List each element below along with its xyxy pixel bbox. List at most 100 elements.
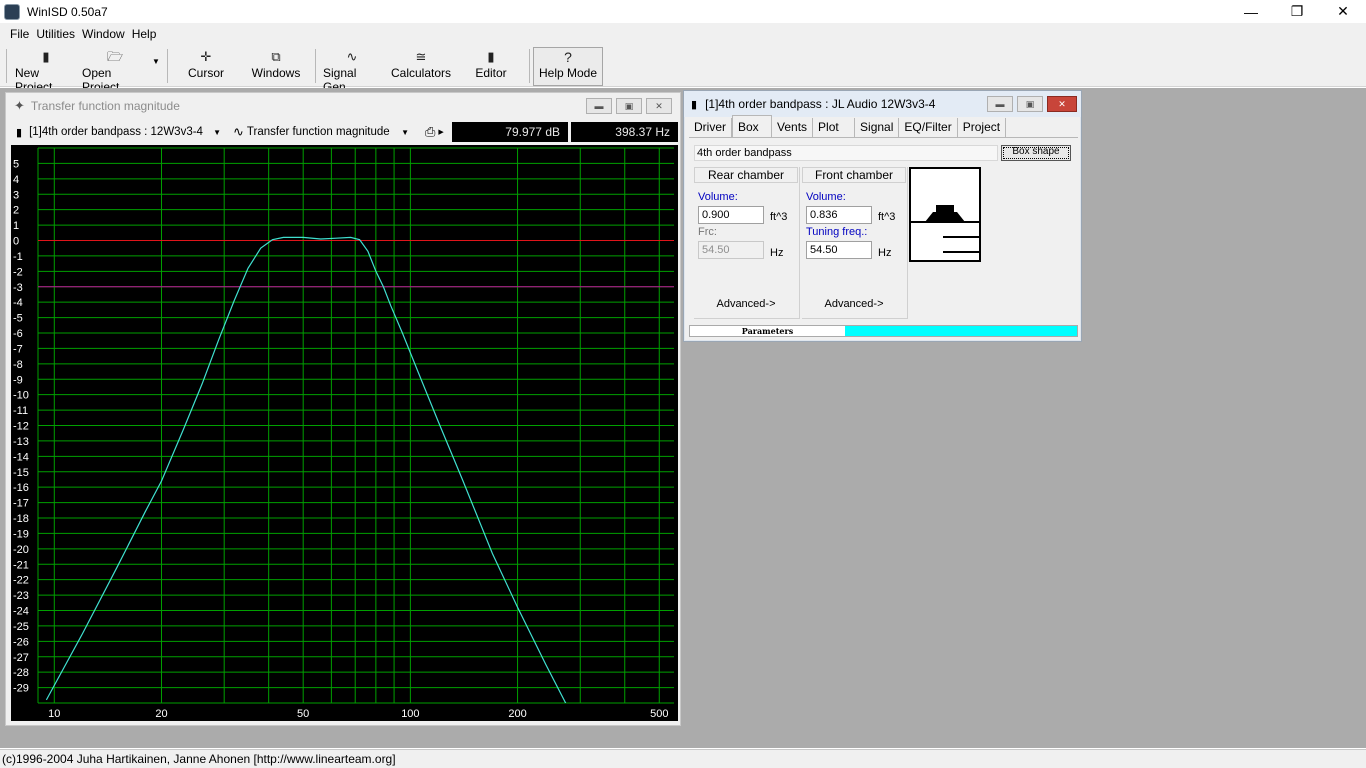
sine-wave-icon: ∿ xyxy=(346,49,358,64)
box-minimize-button[interactable]: ▬ xyxy=(987,96,1013,112)
y-tick-label: 5 xyxy=(13,158,19,170)
box-window-title: [1]4th order bandpass : JL Audio 12W3v3-… xyxy=(705,97,936,111)
front-volume-unit: ft^3 xyxy=(878,211,896,223)
rear-frc-input: 54.50 xyxy=(698,241,764,259)
y-tick-label: 2 xyxy=(13,205,19,217)
y-tick-label: 1 xyxy=(13,220,19,232)
box-window: ▮ [1]4th order bandpass : JL Audio 12W3v… xyxy=(683,90,1082,342)
front-chamber-header[interactable]: Front chamber xyxy=(802,167,906,183)
toolbar-separator xyxy=(167,49,168,83)
windows-button[interactable]: ⧉ Windows xyxy=(248,48,304,86)
menu-file[interactable]: File xyxy=(10,27,29,41)
open-project-button[interactable]: 🗁 Open Project xyxy=(82,48,148,94)
new-project-icon: ▮ xyxy=(42,49,50,64)
app-titlebar: WinISD 0.50a7 — ❐ ✕ xyxy=(0,0,1366,23)
help-mode-label: Help Mode xyxy=(538,66,598,80)
graph-maximize-button[interactable]: ▣ xyxy=(616,98,642,114)
x-tick-label: 100 xyxy=(401,708,419,720)
box-close-button[interactable]: ✕ xyxy=(1047,96,1077,112)
graph-minimize-button[interactable]: ▬ xyxy=(586,98,612,114)
menu-help[interactable]: Help xyxy=(132,27,157,41)
box-shape-button[interactable]: Box shape xyxy=(1001,145,1071,161)
y-tick-label: -16 xyxy=(13,482,29,494)
y-tick-label: -17 xyxy=(13,498,29,510)
window-controls: — ❐ ✕ xyxy=(1228,0,1366,23)
rear-volume-input[interactable]: 0.900 xyxy=(698,206,764,224)
graph-toolbar: ▮ [1]4th order bandpass : 12W3v3-4 ▼ ∿ T… xyxy=(11,121,678,143)
front-tuning-input[interactable]: 54.50 xyxy=(806,241,872,259)
rear-advanced-button[interactable]: Advanced-> xyxy=(694,298,798,310)
tab-vents[interactable]: Vents xyxy=(772,118,814,137)
app-title: WinISD 0.50a7 xyxy=(27,4,108,19)
y-tick-label: -12 xyxy=(13,421,29,433)
chevron-down-icon: ▼ xyxy=(401,127,409,137)
y-tick-label: -1 xyxy=(13,251,23,263)
editor-button[interactable]: ▮ Editor xyxy=(470,48,512,86)
tab-signal[interactable]: Signal xyxy=(855,118,900,137)
app-status-bar: (c)1996-2004 Juha Hartikainen, Janne Aho… xyxy=(0,749,1366,768)
help-mode-button[interactable]: ? Help Mode xyxy=(533,47,603,86)
tab-plot[interactable]: Plot xyxy=(813,118,856,137)
y-tick-label: -26 xyxy=(13,636,29,648)
y-tick-label: 3 xyxy=(13,189,19,201)
tab-project[interactable]: Project xyxy=(958,118,1007,137)
close-button[interactable]: ✕ xyxy=(1320,0,1366,23)
y-tick-label: -10 xyxy=(13,390,29,402)
main-toolbar: ▮ New Project 🗁 Open Project ▼ ✛ Cursor … xyxy=(0,45,1366,94)
rear-frc-label: Frc: xyxy=(698,226,717,238)
front-volume-input[interactable]: 0.836 xyxy=(806,206,872,224)
chevron-right-icon: ▶ xyxy=(438,129,444,136)
front-advanced-button[interactable]: Advanced-> xyxy=(802,298,906,310)
y-tick-label: -28 xyxy=(13,667,29,679)
y-tick-label: -5 xyxy=(13,313,23,325)
y-tick-label: -29 xyxy=(13,683,29,695)
cursor-button[interactable]: ✛ Cursor xyxy=(180,48,232,86)
x-tick-label: 500 xyxy=(650,708,668,720)
y-tick-label: -6 xyxy=(13,328,23,340)
graph-type-select[interactable]: ∿ Transfer function magnitude ▼ xyxy=(233,122,409,142)
hz-readout: 398.37 Hz xyxy=(571,122,678,142)
box-type-field[interactable]: 4th order bandpass xyxy=(694,145,998,161)
crosshair-icon: ✛ xyxy=(200,49,212,64)
rear-chamber-panel: Rear chamber Volume: 0.900 ft^3 Frc: 54.… xyxy=(694,167,800,319)
chevron-down-icon: ▼ xyxy=(152,57,160,66)
app-logo-icon xyxy=(4,3,20,20)
project-select-value: [1]4th order bandpass : 12W3v3-4 xyxy=(29,126,203,138)
driver-cone xyxy=(925,212,965,222)
y-tick-label: -20 xyxy=(13,544,29,556)
print-button[interactable]: ⎙ ▶ xyxy=(425,122,444,142)
cursor-icon: ✦ xyxy=(14,98,25,113)
y-tick-label: -18 xyxy=(13,513,29,525)
question-icon: ? xyxy=(564,49,572,65)
minimize-button[interactable]: — xyxy=(1228,0,1274,23)
box-status-bar: Parameters xyxy=(689,325,1078,337)
tab-box[interactable]: Box xyxy=(732,115,772,137)
new-project-button[interactable]: ▮ New Project xyxy=(15,48,77,94)
rear-volume-label: Volume: xyxy=(698,191,738,203)
graph-close-button[interactable]: ✕ xyxy=(646,98,672,114)
calculators-button[interactable]: ≅ Calculators xyxy=(390,48,452,86)
restore-button[interactable]: ❐ xyxy=(1274,0,1320,23)
front-chamber-panel: Front chamber Volume: 0.836 ft^3 Tuning … xyxy=(802,167,908,319)
driver-magnet xyxy=(936,205,954,212)
menu-utilities[interactable]: Utilities xyxy=(36,27,75,41)
y-tick-label: -2 xyxy=(13,266,23,278)
bandpass-box-diagram xyxy=(909,167,981,262)
tab-driver[interactable]: Driver xyxy=(689,118,732,137)
x-tick-label: 50 xyxy=(297,708,309,720)
tab-eq-filter[interactable]: EQ/Filter xyxy=(899,118,958,137)
project-select[interactable]: ▮ [1]4th order bandpass : 12W3v3-4 ▼ xyxy=(11,122,221,142)
menu-window[interactable]: Window xyxy=(82,27,125,41)
graph-window-titlebar[interactable]: ✦ Transfer function magnitude ▬ ▣ ✕ xyxy=(6,93,680,119)
transfer-function-plot[interactable]: 5 4 3 2 1 0 -1 -2 -3 -4 -5 -6 -7 -8 -9 -10 -11 -12 -13 -14-… xyxy=(11,145,678,721)
calculator-icon: ≅ xyxy=(415,49,427,64)
cursor-label: Cursor xyxy=(187,66,224,80)
y-tick-label: -19 xyxy=(13,528,29,540)
x-tick-label: 10 xyxy=(48,708,60,720)
mdi-workspace: ✦ Transfer function magnitude ▬ ▣ ✕ ▮ [1… xyxy=(0,88,1366,748)
signal-gen-button[interactable]: ∿ Signal Gen. xyxy=(323,48,381,94)
box-maximize-button[interactable]: ▣ xyxy=(1017,96,1043,112)
box-window-titlebar[interactable]: ▮ [1]4th order bandpass : JL Audio 12W3v… xyxy=(684,91,1081,117)
y-tick-label: -27 xyxy=(13,652,29,664)
rear-chamber-header[interactable]: Rear chamber xyxy=(694,167,798,183)
